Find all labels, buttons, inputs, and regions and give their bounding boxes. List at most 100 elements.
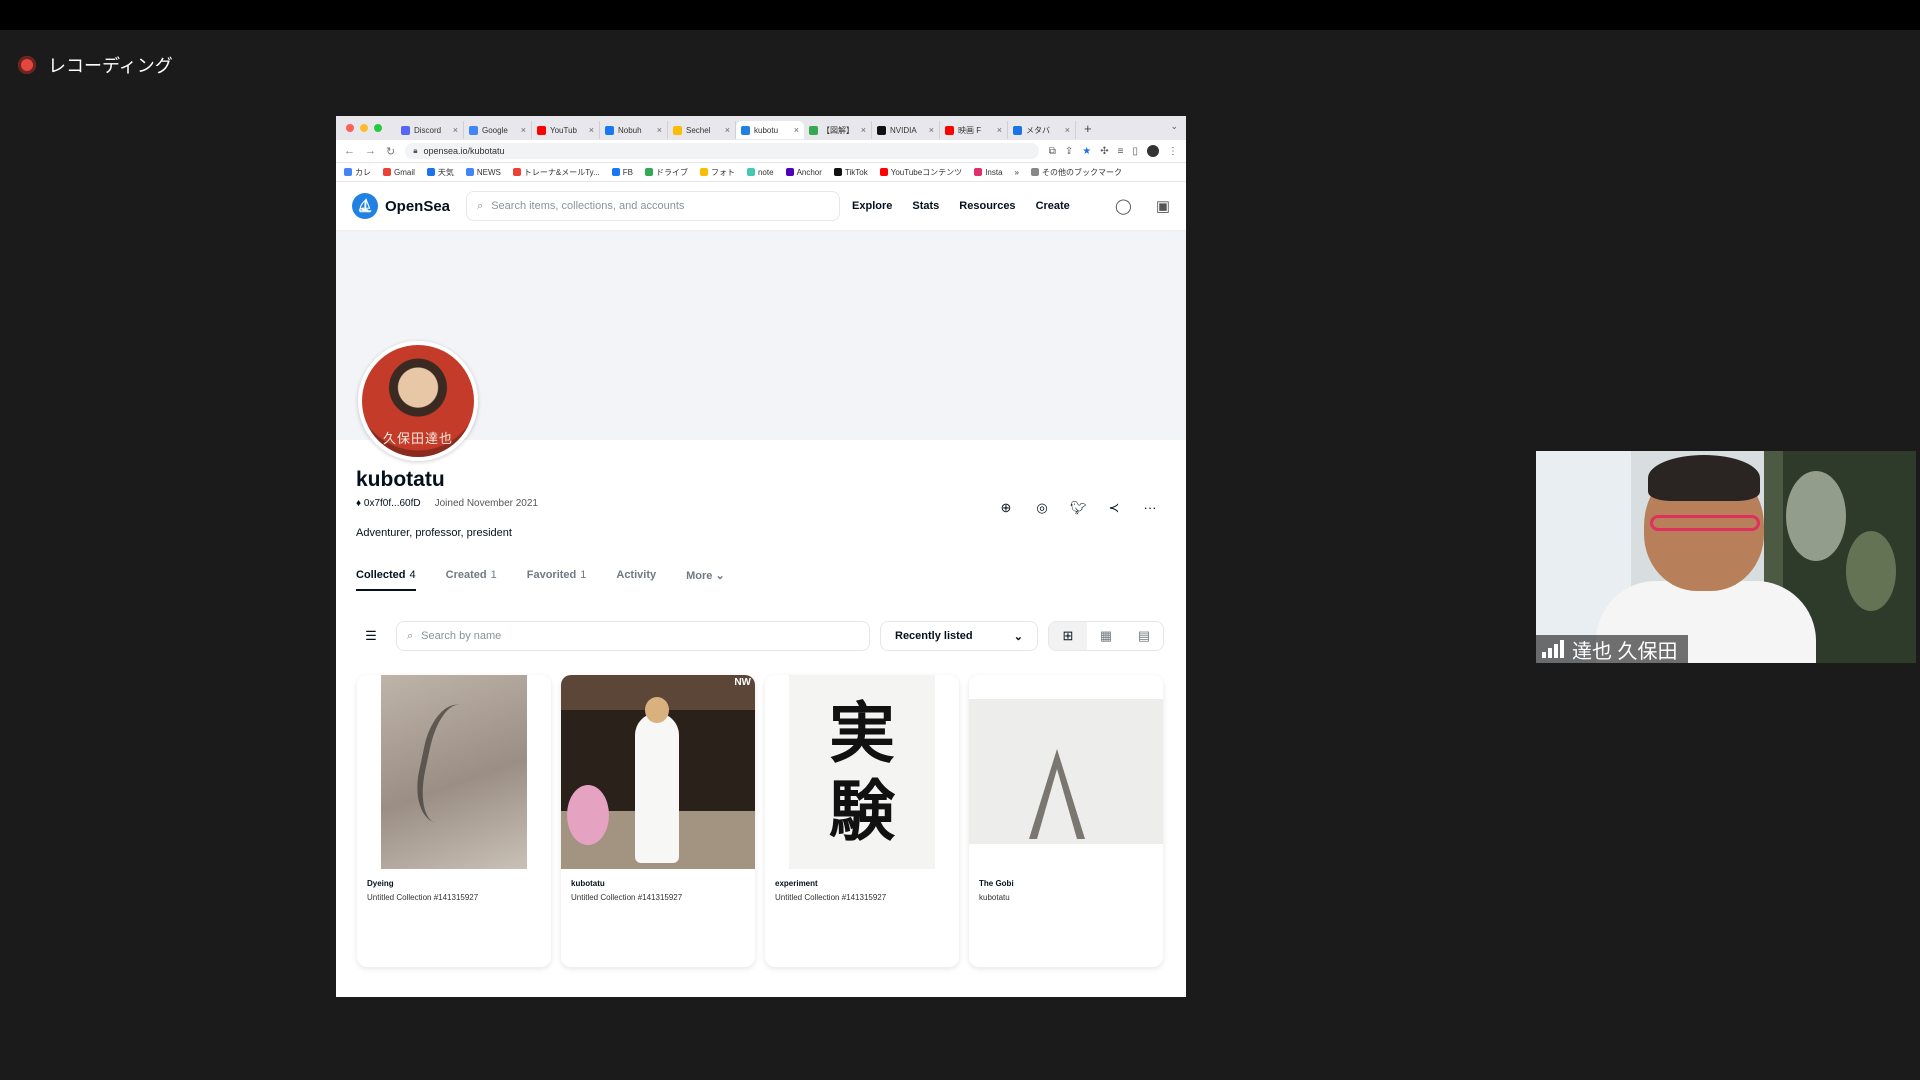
bookmark-star-icon[interactable]: ★ bbox=[1082, 146, 1091, 157]
reload-icon[interactable]: ↻ bbox=[386, 145, 395, 158]
browser-tab[interactable]: Google × bbox=[464, 121, 532, 139]
translate-icon[interactable]: ⧉ bbox=[1049, 146, 1056, 157]
joined-date: Joined November 2021 bbox=[434, 498, 538, 509]
tab-close-icon[interactable]: × bbox=[521, 125, 526, 135]
website-globe-icon[interactable]: ⊕ bbox=[998, 500, 1014, 516]
avatar[interactable]: 久保田達也 bbox=[358, 341, 478, 461]
portrait-photo-image bbox=[561, 675, 755, 869]
tab-close-icon[interactable]: × bbox=[589, 125, 594, 135]
small-grid-icon[interactable]: ▦ bbox=[1087, 622, 1125, 650]
signal-strength-icon bbox=[1542, 640, 1564, 658]
bookmark-item[interactable]: TikTok bbox=[833, 168, 868, 177]
tab-close-icon[interactable]: × bbox=[453, 125, 458, 135]
tab-close-icon[interactable]: × bbox=[794, 125, 799, 135]
menu-explore[interactable]: Explore bbox=[852, 200, 892, 212]
nft-collection: Untitled Collection #141315927 bbox=[571, 893, 683, 902]
share-page-icon[interactable]: ⇪ bbox=[1065, 146, 1073, 157]
tab-close-icon[interactable]: × bbox=[929, 125, 934, 135]
minimize-window-button[interactable] bbox=[360, 124, 368, 132]
top-black-bar bbox=[0, 0, 1920, 30]
bookmark-item[interactable]: note bbox=[746, 168, 774, 177]
calligraphy-char: 実 bbox=[829, 694, 895, 772]
bookmark-item[interactable]: FB bbox=[611, 168, 633, 177]
tab-close-icon[interactable]: × bbox=[725, 125, 730, 135]
reading-list-icon[interactable]: ≡ bbox=[1118, 146, 1124, 157]
item-search-input[interactable]: ⌕ Search by name bbox=[396, 621, 870, 651]
global-search-input[interactable]: ⌕ Search items, collections, and account… bbox=[466, 191, 841, 221]
tab-close-icon[interactable]: × bbox=[861, 125, 866, 135]
browser-menu-kebab-icon[interactable]: ⋮ bbox=[1168, 146, 1178, 157]
tab-created[interactable]: Created 1 bbox=[446, 569, 497, 591]
more-ellipsis-icon[interactable]: ··· bbox=[1142, 500, 1158, 516]
opensea-logo[interactable]: ⛵︎ OpenSea bbox=[352, 193, 450, 219]
bookmark-favicon-icon bbox=[344, 168, 352, 176]
wallet-address[interactable]: ♦ 0x7f0f...60fD bbox=[356, 498, 421, 509]
other-bookmarks[interactable]: その他のブックマーク bbox=[1030, 167, 1122, 178]
bookmarks-overflow-icon[interactable]: » bbox=[1015, 168, 1019, 177]
browser-tab[interactable]: Sechel × bbox=[668, 121, 736, 139]
participant-video[interactable]: 達也 久保田 bbox=[1536, 451, 1916, 663]
browser-tab[interactable]: 映画 F × bbox=[940, 121, 1008, 139]
share-icon[interactable]: ≺ bbox=[1106, 500, 1122, 516]
browser-tab[interactable]: 【図解】 × bbox=[804, 121, 872, 139]
bookmark-item[interactable]: Gmail bbox=[383, 168, 415, 177]
tab-list-chevron-icon[interactable]: ⌄ bbox=[1170, 121, 1178, 132]
menu-stats[interactable]: Stats bbox=[912, 200, 939, 212]
large-grid-icon[interactable]: ⊞ bbox=[1049, 622, 1087, 650]
browser-tab[interactable]: NVIDIA × bbox=[872, 121, 940, 139]
participant-name: 達也 久保田 bbox=[1572, 640, 1678, 663]
side-panel-icon[interactable]: ▯ bbox=[1132, 146, 1138, 157]
nft-collection: Untitled Collection #141315927 bbox=[775, 893, 887, 902]
nft-card[interactable]: The Gobi kubotatu bbox=[969, 675, 1163, 967]
twitter-icon[interactable]: 🐦︎ bbox=[1070, 500, 1087, 516]
browser-tab[interactable]: メタバ × bbox=[1008, 121, 1076, 139]
bookmark-item[interactable]: ドライブ bbox=[644, 167, 688, 178]
bookmark-item[interactable]: フォト bbox=[699, 167, 735, 178]
filter-icon[interactable]: ☰ bbox=[356, 621, 386, 651]
chevron-down-icon: ⌄ bbox=[1013, 630, 1023, 643]
nft-thumbnail: NW bbox=[561, 675, 755, 869]
tab-more[interactable]: More ⌄ bbox=[686, 569, 725, 591]
browser-tab[interactable]: Nobuh × bbox=[600, 121, 668, 139]
instagram-icon[interactable]: ◎ bbox=[1034, 500, 1050, 516]
bookmark-item[interactable]: トレーナ&メールTy... bbox=[512, 167, 600, 178]
wallet-icon[interactable]: ▣ bbox=[1156, 197, 1170, 215]
bookmark-item[interactable]: 天気 bbox=[426, 167, 454, 178]
calligraphy-image: 実 験 bbox=[789, 675, 935, 869]
bookmark-item[interactable]: Anchor bbox=[785, 168, 822, 177]
bookmark-item[interactable]: YouTubeコンテンツ bbox=[879, 167, 962, 178]
browser-tab[interactable]: YouTub × bbox=[532, 121, 600, 139]
back-arrow-icon[interactable]: ← bbox=[344, 145, 355, 157]
browser-tab[interactable]: Discord × bbox=[396, 121, 464, 139]
browser-extensions: ⧉ ⇪ ★ ✣ ≡ ▯ ⋮ bbox=[1049, 145, 1178, 157]
forward-arrow-icon[interactable]: → bbox=[365, 145, 376, 157]
navbar-icons: ◯ ▣ bbox=[1115, 197, 1170, 215]
url-field[interactable]: 🔒︎ opensea.io/kubotatu bbox=[405, 143, 1039, 159]
account-icon[interactable]: ◯ bbox=[1115, 197, 1132, 215]
nft-card[interactable]: 実 験 experiment Untitled Collection #1413… bbox=[765, 675, 959, 967]
menu-create[interactable]: Create bbox=[1036, 200, 1070, 212]
bookmark-item[interactable]: Insta bbox=[974, 168, 1003, 177]
tab-collected[interactable]: Collected 4 bbox=[356, 569, 416, 591]
extension-puzzle-icon[interactable]: ✣ bbox=[1100, 146, 1108, 157]
nft-card[interactable]: Dyeing Untitled Collection #141315927 bbox=[357, 675, 551, 967]
tab-close-icon[interactable]: × bbox=[657, 125, 662, 135]
sort-dropdown[interactable]: Recently listed ⌄ bbox=[880, 621, 1038, 651]
tab-close-icon[interactable]: × bbox=[997, 125, 1002, 135]
profile-tabs: Collected 4 Created 1 Favorited 1 Activity … bbox=[356, 569, 1166, 591]
maximize-window-button[interactable] bbox=[374, 124, 382, 132]
close-window-button[interactable] bbox=[346, 124, 354, 132]
menu-resources[interactable]: Resources bbox=[959, 200, 1015, 212]
bookmark-item[interactable]: NEWS bbox=[465, 168, 501, 177]
tab-close-icon[interactable]: × bbox=[1065, 125, 1070, 135]
tab-favorited[interactable]: Favorited 1 bbox=[527, 569, 587, 591]
list-view-icon[interactable]: ▤ bbox=[1125, 622, 1163, 650]
gobi-sketch-image bbox=[969, 699, 1163, 844]
main-menu: Explore Stats Resources Create bbox=[852, 200, 1070, 212]
tab-activity[interactable]: Activity bbox=[616, 569, 656, 591]
profile-avatar-icon[interactable] bbox=[1147, 145, 1159, 157]
browser-tab-active[interactable]: kubotu × bbox=[736, 121, 804, 139]
nft-card[interactable]: NW kubotatu Untitled Collection #1413159… bbox=[561, 675, 755, 967]
bookmark-item[interactable]: カレ bbox=[344, 167, 371, 178]
new-tab-plus-icon[interactable]: + bbox=[1084, 121, 1092, 136]
